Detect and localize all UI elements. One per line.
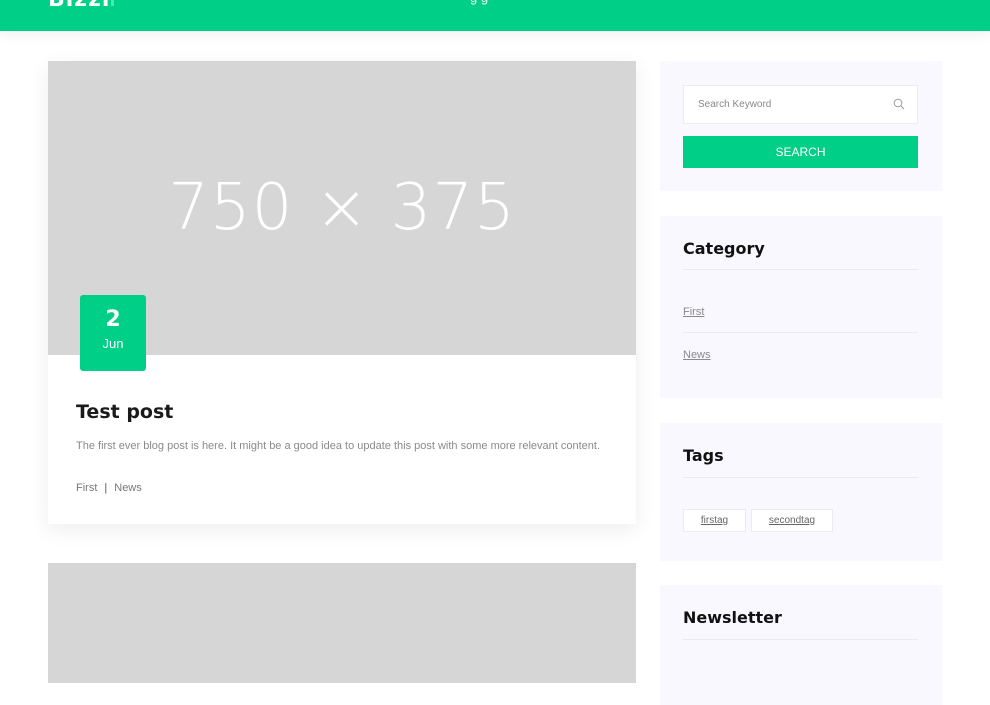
tags-widget: Tags firstag secondtag [660, 423, 942, 561]
category-item-divider [683, 332, 918, 333]
tags-divider [683, 477, 918, 478]
post-category-first[interactable]: First [76, 482, 97, 494]
post-excerpt: The first ever blog post is here. It mig… [76, 440, 601, 452]
search-box [683, 85, 918, 124]
post-category-news[interactable]: News [114, 482, 142, 494]
tag-firstag[interactable]: firstag [683, 509, 746, 532]
tag-secondtag[interactable]: secondtag [751, 509, 833, 532]
category-item-news[interactable]: News [683, 349, 711, 361]
post-date-month: Jun [102, 336, 124, 351]
search-input[interactable] [698, 86, 888, 123]
logo-text: Bizzi [48, 0, 110, 12]
post-categories: First | News [76, 482, 142, 494]
category-divider [683, 269, 918, 270]
category-item-first[interactable]: First [683, 306, 704, 318]
site-logo[interactable]: Bizzi [48, 0, 115, 12]
image-placeholder-text: 750 × 375 [168, 171, 516, 245]
blog-post-card-2-image[interactable] [48, 563, 636, 683]
post-date-day: 2 [105, 307, 121, 332]
newsletter-divider [683, 639, 918, 640]
logo-accent [111, 0, 115, 6]
newsletter-title: Newsletter [683, 608, 782, 627]
category-separator: | [104, 482, 108, 494]
category-widget: Category First News [660, 216, 942, 398]
top-nav-links[interactable]: g g [470, 0, 488, 5]
post-title-link[interactable]: Test post [76, 401, 173, 423]
top-navbar: Bizzi g g [0, 0, 990, 31]
post-date-badge: 2 Jun [80, 295, 146, 371]
newsletter-widget: Newsletter [660, 585, 942, 705]
search-icon[interactable] [893, 98, 905, 110]
blog-post-card: 750 × 375 2 Jun Test post The first ever… [48, 61, 636, 524]
search-button[interactable]: SEARCH [683, 136, 918, 168]
category-title: Category [683, 239, 765, 258]
search-widget: SEARCH [660, 61, 942, 191]
tags-title: Tags [683, 446, 724, 465]
